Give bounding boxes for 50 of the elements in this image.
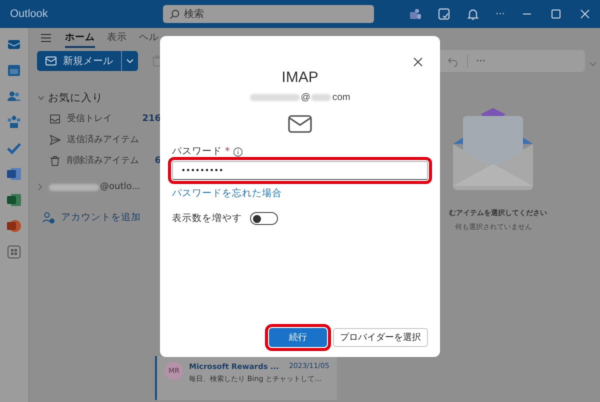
more-button[interactable]: ··· bbox=[476, 56, 486, 66]
note-icon[interactable] bbox=[437, 7, 452, 21]
send-icon bbox=[49, 134, 61, 146]
provider-button[interactable]: プロバイダーを選択 bbox=[333, 328, 428, 347]
new-mail-button[interactable]: 新規メール bbox=[37, 51, 121, 71]
presentation-app-icon[interactable] bbox=[6, 218, 22, 234]
blurred-text bbox=[250, 94, 300, 101]
search-icon bbox=[169, 8, 180, 20]
chevron-down-icon bbox=[126, 58, 134, 64]
forgot-password-link[interactable]: パスワードを忘れた場合 bbox=[172, 187, 282, 200]
email-domain: com bbox=[332, 92, 350, 103]
document-app-icon[interactable] bbox=[6, 166, 22, 182]
add-account-link[interactable]: アカウントを追加 bbox=[37, 207, 161, 227]
blurred-text bbox=[311, 94, 332, 101]
close-icon[interactable] bbox=[578, 7, 592, 21]
menu-icon[interactable] bbox=[39, 31, 53, 45]
search-field[interactable]: 検索 bbox=[163, 5, 374, 23]
favorites-header[interactable]: お気に入り bbox=[37, 88, 161, 108]
bell-icon[interactable] bbox=[466, 7, 480, 21]
blurred-text bbox=[49, 184, 99, 190]
dropdown-button[interactable] bbox=[121, 51, 138, 71]
people-icon[interactable] bbox=[408, 7, 422, 21]
add-person-icon bbox=[42, 210, 55, 224]
dialog-title: IMAP bbox=[282, 69, 318, 86]
toggle-switch[interactable] bbox=[250, 212, 278, 225]
trash-icon bbox=[49, 154, 61, 166]
chevron-icon bbox=[37, 94, 45, 102]
mail-icon bbox=[45, 56, 57, 66]
inbox-icon bbox=[49, 112, 61, 124]
calendar-icon[interactable] bbox=[6, 62, 22, 78]
field-label: パスワード bbox=[172, 145, 222, 158]
toggle-label: 表示数を増やす bbox=[172, 212, 242, 225]
ribbon-tab[interactable]: 表示 bbox=[107, 28, 127, 48]
email-at: @ bbox=[300, 92, 310, 103]
app-name: Outlook bbox=[10, 8, 49, 20]
groups-icon[interactable] bbox=[6, 114, 22, 130]
mail-icon bbox=[288, 115, 312, 133]
folder-item[interactable]: 受信トレイ 216 bbox=[37, 108, 161, 129]
more-button[interactable]: ··· bbox=[495, 8, 505, 20]
ribbon-tab[interactable]: ホーム bbox=[65, 28, 95, 48]
chevron-icon bbox=[37, 183, 43, 191]
folder-item[interactable]: 送信済みアイテム bbox=[37, 129, 161, 150]
required-mark: * bbox=[225, 146, 230, 157]
account-item[interactable]: @outlo... bbox=[37, 177, 161, 197]
maximize-icon[interactable] bbox=[549, 7, 563, 21]
apps-icon[interactable] bbox=[6, 244, 22, 260]
ribbon-tab[interactable]: ヘル bbox=[139, 28, 159, 48]
info-icon[interactable] bbox=[232, 146, 243, 156]
close-icon[interactable] bbox=[412, 56, 424, 68]
spreadsheet-app-icon[interactable] bbox=[6, 192, 22, 208]
